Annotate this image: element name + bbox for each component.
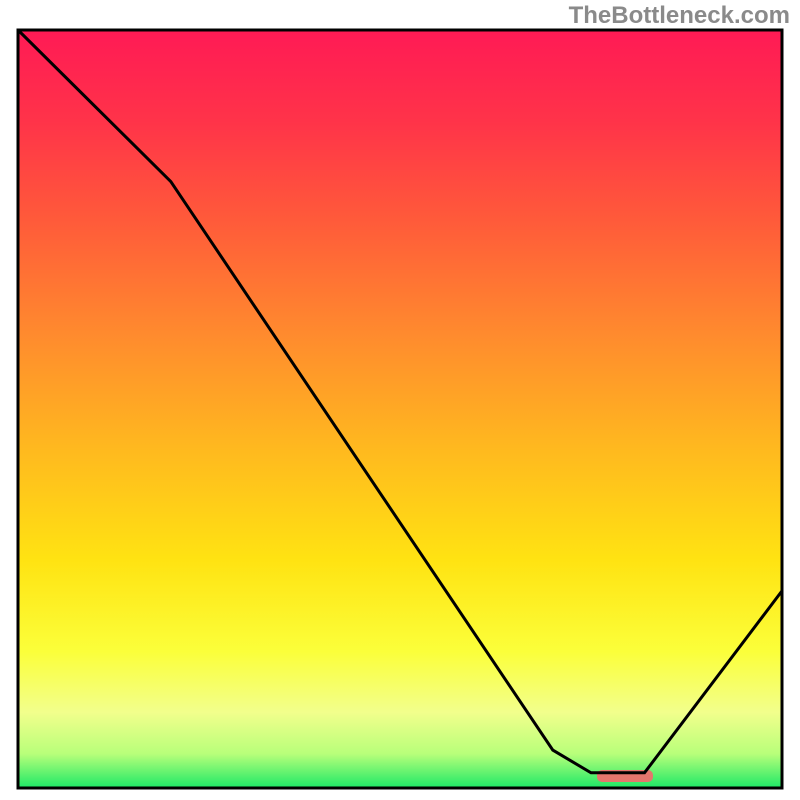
chart-container: TheBottleneck.com — [0, 0, 800, 800]
chart-svg — [0, 0, 800, 800]
